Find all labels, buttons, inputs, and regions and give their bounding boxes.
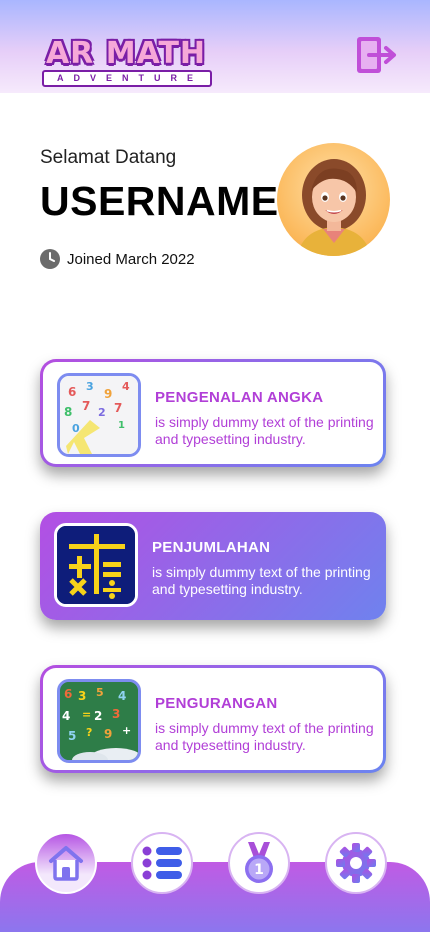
avatar-girl-icon <box>297 159 371 256</box>
svg-text:8: 8 <box>64 405 72 419</box>
card-description: is simply dummy text of the printing and… <box>155 414 374 447</box>
clock-icon <box>40 249 60 269</box>
svg-text:5: 5 <box>68 729 76 743</box>
svg-text:2: 2 <box>94 709 102 723</box>
svg-text:3: 3 <box>86 380 94 393</box>
logo-title: AR MATH <box>45 36 207 71</box>
menu-card-penjumlahan[interactable]: PENJUMLAHAN is simply dummy text of the … <box>40 512 386 620</box>
logout-button[interactable] <box>357 37 397 73</box>
svg-text:4: 4 <box>62 709 70 723</box>
svg-text:5: 5 <box>96 686 104 699</box>
card-description: is simply dummy text of the printing and… <box>155 720 374 753</box>
greeting-text: Selamat Datang <box>40 147 177 168</box>
card-title: PENGURANGAN <box>155 695 278 712</box>
numbers-thumbnail: 6 3 9 4 8 7 2 7 0 1 <box>57 373 141 457</box>
svg-text:7: 7 <box>82 399 90 413</box>
nav-settings-button[interactable] <box>325 832 387 894</box>
svg-text:2: 2 <box>98 406 106 419</box>
svg-text:?: ? <box>86 726 92 739</box>
joined-row: Joined March 2022 <box>40 249 195 269</box>
app-logo: AR MATH ADVENTURE <box>40 37 212 87</box>
logout-icon <box>357 37 396 73</box>
math-symbols-thumbnail <box>54 523 138 607</box>
chalkboard-numbers-thumbnail: 6 3 5 4 4 = 2 3 5 ? 9 + <box>57 679 141 763</box>
card-title: PENGENALAN ANGKA <box>155 389 324 406</box>
medal-icon: 1 <box>245 842 273 883</box>
gear-icon <box>336 843 376 883</box>
card-description: is simply dummy text of the printing and… <box>152 564 371 597</box>
avatar[interactable] <box>277 143 390 256</box>
svg-text:1: 1 <box>118 420 125 431</box>
medal-number: 1 <box>254 862 264 878</box>
svg-text:3: 3 <box>78 689 86 703</box>
numbers-thumbnail-icon: 6 3 9 4 8 7 2 7 0 1 <box>60 376 138 454</box>
top-bar: AR MATH ADVENTURE <box>0 0 430 93</box>
svg-text:=: = <box>82 708 91 721</box>
svg-text:7: 7 <box>114 401 122 415</box>
home-icon <box>49 846 83 881</box>
svg-text:6: 6 <box>68 385 76 399</box>
chalkboard-numbers-icon: 6 3 5 4 4 = 2 3 5 ? 9 + <box>60 682 138 760</box>
nav-home-button[interactable] <box>35 832 97 894</box>
card-title: PENJUMLAHAN <box>152 539 271 556</box>
svg-text:4: 4 <box>122 380 130 393</box>
svg-text:+: + <box>122 724 131 737</box>
svg-text:3: 3 <box>112 707 120 721</box>
username: USERNAME <box>40 178 279 224</box>
menu-card-pengenalan-angka[interactable]: 6 3 9 4 8 7 2 7 0 1 PENGENALAN ANGKA is … <box>40 359 386 467</box>
joined-date: Joined March 2022 <box>67 250 195 268</box>
nav-medal-button[interactable]: 1 <box>228 832 290 894</box>
menu-card-pengurangan[interactable]: 6 3 5 4 4 = 2 3 5 ? 9 + PENGURANGAN is s… <box>40 665 386 773</box>
svg-text:4: 4 <box>118 689 126 703</box>
svg-text:6: 6 <box>64 687 72 701</box>
svg-text:9: 9 <box>104 727 112 741</box>
list-icon <box>142 846 182 880</box>
nav-list-button[interactable] <box>131 832 193 894</box>
svg-text:9: 9 <box>104 387 112 401</box>
math-symbols-icon <box>57 526 135 604</box>
logo-subtitle: ADVENTURE <box>42 70 212 87</box>
